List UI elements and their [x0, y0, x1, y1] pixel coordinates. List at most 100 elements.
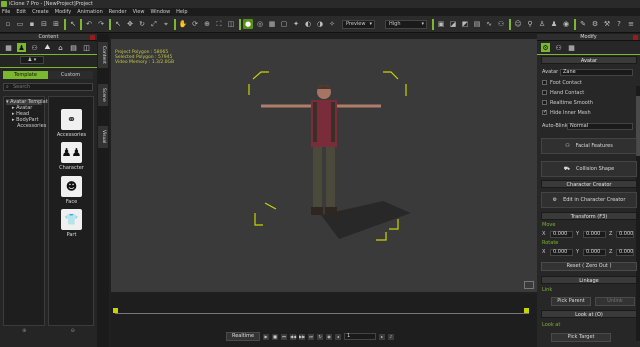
- actor-subtype-dropdown[interactable]: ♟ ▾: [20, 56, 44, 64]
- side-tab-content[interactable]: Content: [98, 42, 108, 68]
- hand-contact-checkbox[interactable]: Hand Contact: [542, 90, 584, 97]
- frame-next-icon[interactable]: ▸: [379, 333, 385, 340]
- ao-icon[interactable]: ◑: [315, 19, 325, 29]
- previous-frame-icon[interactable]: ⏮: [281, 333, 287, 340]
- select-arrow-icon[interactable]: ↖: [68, 19, 78, 29]
- open-icon[interactable]: ▭: [15, 19, 25, 29]
- material-tab-icon[interactable]: ▦: [567, 43, 576, 52]
- rotate-y-field[interactable]: 0.000: [583, 249, 606, 256]
- unlink-button[interactable]: Unlink: [595, 297, 635, 306]
- preview-dropdown[interactable]: Preview: [342, 20, 375, 29]
- gallery-item-part[interactable]: 👕 Part: [55, 209, 88, 238]
- figure-icon[interactable]: ⚲: [525, 19, 535, 29]
- timeline-start-marker[interactable]: [113, 308, 118, 313]
- rewind-icon[interactable]: ◀◀: [290, 333, 296, 340]
- menu-view[interactable]: View: [133, 8, 145, 16]
- autoblink-dropdown[interactable]: Normal: [567, 123, 633, 130]
- facial-features-button[interactable]: ⚇ Facial Features: [541, 138, 637, 154]
- close-icon[interactable]: [633, 35, 638, 40]
- menu-file[interactable]: File: [2, 8, 10, 16]
- more-icon[interactable]: ≡: [626, 19, 636, 29]
- modify-tab-icon[interactable]: ⚙: [541, 43, 550, 52]
- redo-icon[interactable]: ↷: [96, 19, 106, 29]
- fx-icon[interactable]: ✧: [327, 19, 337, 29]
- script-icon[interactable]: ✎: [578, 19, 588, 29]
- set-tab-icon[interactable]: ⌂: [56, 43, 65, 52]
- menu-help[interactable]: Help: [176, 8, 187, 16]
- record-icon[interactable]: ◉: [326, 333, 332, 340]
- pick-target-button[interactable]: Pick Target: [551, 333, 611, 342]
- tools-icon[interactable]: ⚒: [602, 19, 612, 29]
- pick-parent-button[interactable]: Pick Parent: [551, 297, 591, 306]
- 3d-viewport[interactable]: Project Polygon : 58065 Selected Polygon…: [111, 39, 537, 292]
- reset-zero-out-button[interactable]: Reset ( Zero Out ): [541, 262, 637, 271]
- scale-tool-icon[interactable]: ⤢: [149, 19, 159, 29]
- display-icon[interactable]: ▢: [279, 19, 289, 29]
- foot-contact-checkbox[interactable]: Foot Contact: [542, 80, 582, 87]
- loop-icon[interactable]: ↻: [317, 333, 323, 340]
- camera-zoom-icon[interactable]: ⊕: [202, 19, 212, 29]
- next-frame-icon[interactable]: ⏭: [308, 333, 314, 340]
- forward-icon[interactable]: ▶▶: [299, 333, 305, 340]
- render-image-icon[interactable]: ◪: [448, 19, 458, 29]
- save-icon[interactable]: ▪: [27, 19, 37, 29]
- wireframe-icon[interactable]: ◎: [255, 19, 265, 29]
- project-tab-icon[interactable]: ▦: [4, 43, 13, 52]
- add-icon[interactable]: ⊕: [22, 328, 26, 334]
- export-icon[interactable]: ⊞: [51, 19, 61, 29]
- animation-tab-icon[interactable]: ⚇: [30, 43, 39, 52]
- menu-modify[interactable]: Modify: [55, 8, 72, 16]
- linkage-header[interactable]: Linkage: [541, 276, 637, 284]
- viewport-options-icon[interactable]: [524, 281, 534, 289]
- grid-icon[interactable]: ▦: [267, 19, 277, 29]
- rotate-tool-icon[interactable]: ↻: [137, 19, 147, 29]
- import-icon[interactable]: ⊟: [39, 19, 49, 29]
- menu-create[interactable]: Create: [32, 8, 49, 16]
- timeline-icon[interactable]: ▤: [472, 19, 482, 29]
- stage-tab-icon[interactable]: ⛰: [43, 43, 52, 52]
- plugin-icon[interactable]: ⚙: [590, 19, 600, 29]
- edit-cc-button[interactable]: ⚙ Edit in Character Creator: [541, 192, 637, 208]
- camera-pan-icon[interactable]: ✋: [178, 19, 188, 29]
- camera-tab-icon[interactable]: ◫: [82, 43, 91, 52]
- menu-render[interactable]: Render: [109, 8, 127, 16]
- render-mode-icon[interactable]: ●: [243, 19, 253, 29]
- move-x-field[interactable]: 0.000: [550, 231, 573, 238]
- rotate-z-field[interactable]: 0.000: [616, 249, 634, 256]
- move-y-field[interactable]: 0.000: [583, 231, 606, 238]
- rotate-x-field[interactable]: 0.000: [550, 249, 573, 256]
- camera-icon[interactable]: ◫: [226, 19, 236, 29]
- move-z-field[interactable]: 0.000: [616, 231, 634, 238]
- gallery-item-face[interactable]: ☻ Face: [55, 176, 88, 205]
- actor-tab-icon[interactable]: ♟: [17, 43, 26, 52]
- undo-icon[interactable]: ↶: [84, 19, 94, 29]
- realtime-dropdown[interactable]: Realtime: [226, 332, 260, 341]
- avatar-name-field[interactable]: Zane: [560, 69, 633, 76]
- delete-icon[interactable]: ⊖: [71, 328, 75, 334]
- collision-shape-button[interactable]: ⛟ Collision Shape: [541, 161, 637, 177]
- render-video-icon[interactable]: ◩: [460, 19, 470, 29]
- camera-rotate-icon[interactable]: ⟳: [190, 19, 200, 29]
- frame-input[interactable]: 1: [344, 333, 376, 340]
- new-project-icon[interactable]: ▫: [3, 19, 13, 29]
- quality-dropdown[interactable]: High: [385, 20, 427, 29]
- realtime-smooth-checkbox[interactable]: Realtime Smooth: [542, 100, 593, 107]
- search-input[interactable]: ⌕ Search: [3, 83, 93, 91]
- mocap-icon[interactable]: ◉: [561, 19, 571, 29]
- avatar-section-header[interactable]: Avatar: [541, 56, 637, 64]
- character-icon[interactable]: ☺: [513, 19, 523, 29]
- gallery-item-character[interactable]: ♟♟ Character: [55, 142, 88, 171]
- timeline-track[interactable]: [115, 313, 529, 314]
- curve-icon[interactable]: ∿: [484, 19, 494, 29]
- side-tab-scene[interactable]: Scene: [98, 84, 108, 106]
- frame-prev-icon[interactable]: ◂: [335, 333, 341, 340]
- stop-icon[interactable]: ■: [272, 333, 278, 340]
- realtime-render-icon[interactable]: ▣: [436, 19, 446, 29]
- volume-icon[interactable]: ♪: [388, 333, 394, 340]
- tab-custom[interactable]: Custom: [48, 71, 93, 79]
- character-creator-header[interactable]: Character Creator: [541, 180, 637, 188]
- menu-edit[interactable]: Edit: [16, 8, 26, 16]
- lookat-header[interactable]: Look at (O): [541, 310, 637, 318]
- puppet-icon[interactable]: ♟: [549, 19, 559, 29]
- gallery-item-accessories[interactable]: ⚭ Accessories: [55, 109, 88, 138]
